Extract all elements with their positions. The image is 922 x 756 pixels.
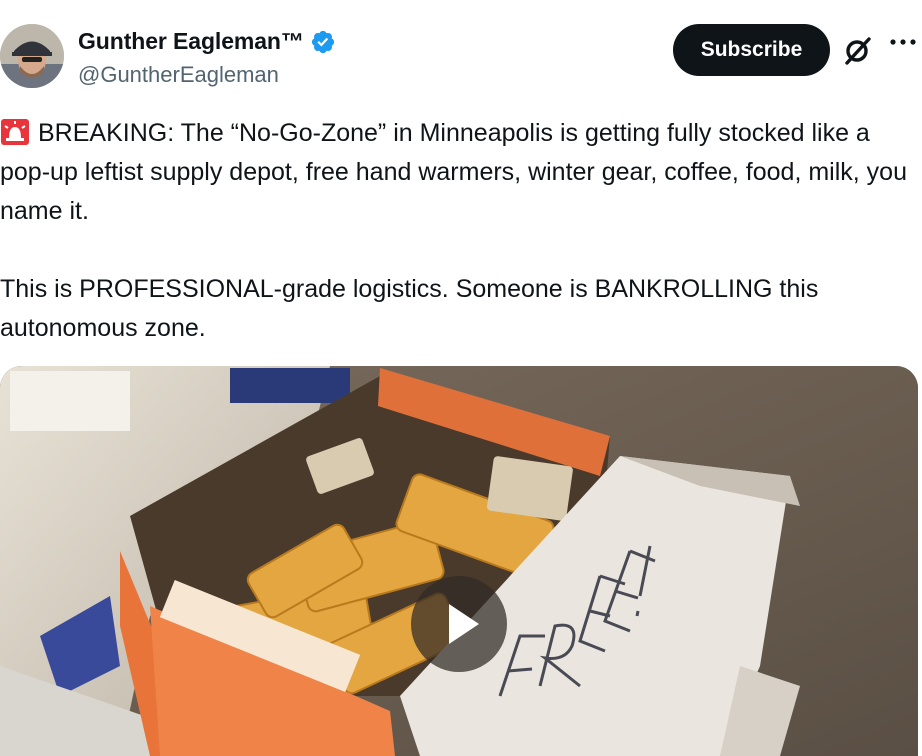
- author-handle[interactable]: @GuntherEagleman: [78, 62, 279, 88]
- tweet-paragraph-2: This is PROFESSIONAL-grade logistics. So…: [0, 275, 826, 342]
- video-frame-image: [0, 366, 918, 756]
- author-name-row[interactable]: Gunther Eagleman™: [78, 28, 336, 55]
- tweet-header: Gunther Eagleman™ @GuntherEagleman Subsc…: [0, 0, 922, 100]
- play-button[interactable]: [411, 576, 507, 672]
- avatar[interactable]: [0, 24, 64, 88]
- tweet-text: BREAKING: The “No-Go-Zone” in Minneapoli…: [0, 114, 915, 348]
- rotating-light-emoji-icon: [0, 118, 30, 146]
- grok-slash-icon[interactable]: [842, 34, 874, 66]
- play-icon: [449, 604, 479, 644]
- video-thumbnail[interactable]: [0, 366, 918, 756]
- tweet-paragraph-1: BREAKING: The “No-Go-Zone” in Minneapoli…: [0, 119, 914, 225]
- more-dots-icon[interactable]: [888, 34, 918, 50]
- subscribe-button[interactable]: Subscribe: [673, 24, 830, 76]
- verified-badge-icon: [310, 29, 336, 55]
- author-display-name[interactable]: Gunther Eagleman™: [78, 28, 304, 55]
